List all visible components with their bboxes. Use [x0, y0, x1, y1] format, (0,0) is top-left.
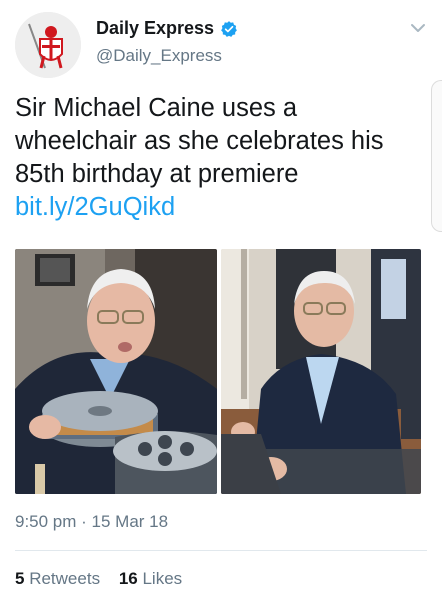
author-name-row: Daily Express	[96, 18, 238, 39]
tweet-timestamp[interactable]: 9:50 pm · 15 Mar 18	[15, 512, 168, 532]
tweet-stats: 5 Retweets 16 Likes	[15, 569, 196, 589]
retweets-label: Retweets	[29, 569, 101, 588]
crusader-knight-logo-icon	[15, 12, 81, 78]
tweet-media[interactable]	[15, 249, 421, 494]
likes-label: Likes	[142, 569, 183, 588]
photo-wheelchair[interactable]	[221, 249, 421, 494]
display-name[interactable]: Daily Express	[96, 18, 214, 39]
likes-stat[interactable]: 16 Likes	[119, 569, 182, 588]
tweet-body: Sir Michael Caine uses a wheelchair as s…	[15, 94, 384, 188]
avatar[interactable]	[15, 12, 81, 78]
divider	[15, 550, 427, 551]
tweet-text: Sir Michael Caine uses a wheelchair as s…	[15, 92, 415, 224]
scrollbar-handle[interactable]	[431, 80, 442, 232]
verified-badge-icon	[221, 20, 237, 37]
photo-cake-celebration[interactable]	[15, 249, 217, 494]
likes-count: 16	[118, 569, 138, 588]
retweets-count: 5	[15, 569, 25, 588]
tweet-link[interactable]: bit.ly/2GuQikd	[15, 193, 175, 221]
chevron-down-icon[interactable]	[410, 22, 426, 34]
retweets-stat[interactable]: 5 Retweets	[15, 569, 100, 588]
account-handle[interactable]: @Daily_Express	[96, 46, 222, 66]
